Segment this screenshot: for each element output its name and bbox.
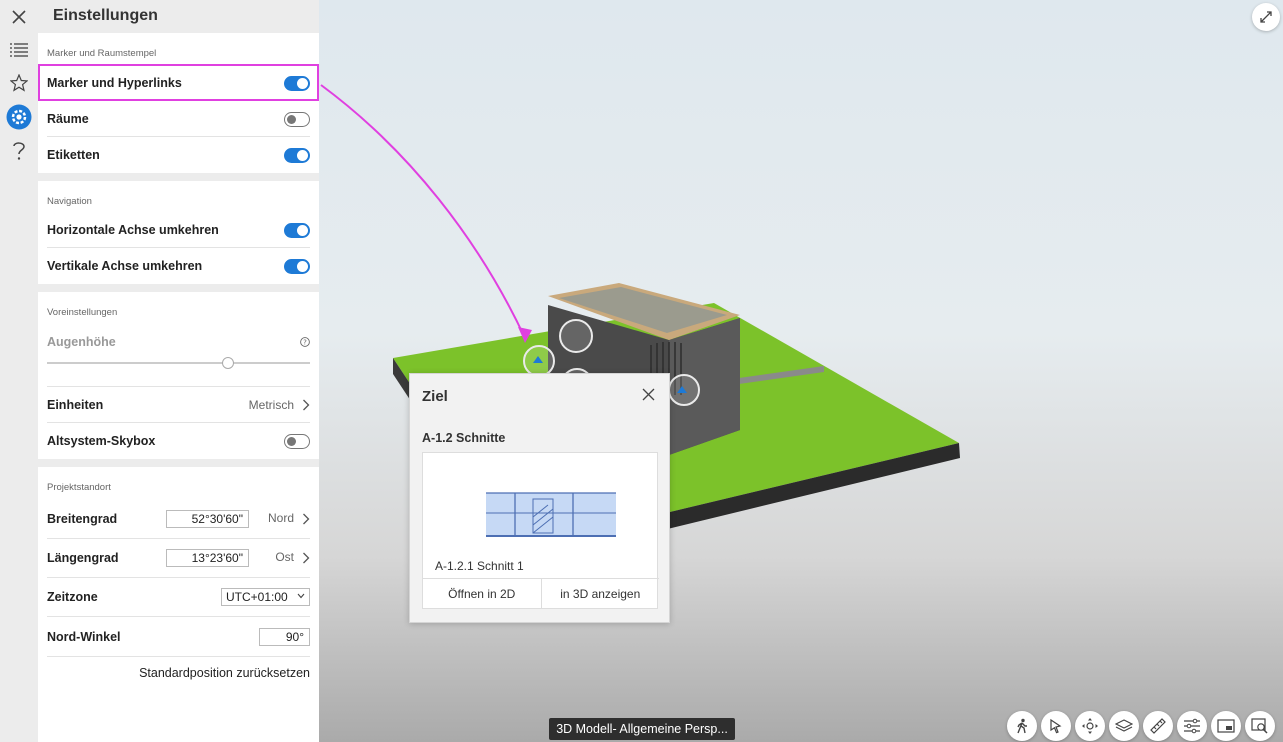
row-label: Altsystem-Skybox: [47, 434, 156, 448]
target-popup: Ziel A-1.2 Schnitte A-1.2.1 Schnitt 1 Öf…: [409, 373, 670, 623]
building-model[interactable]: [319, 0, 1283, 742]
chevron-right-icon[interactable]: [302, 513, 310, 525]
row-rooms: Räume: [47, 101, 310, 137]
toggle-skybox[interactable]: [284, 434, 310, 449]
section-label-navigation: Navigation: [47, 196, 92, 207]
help-icon[interactable]: [4, 136, 34, 166]
icon-rail: [0, 0, 38, 742]
3d-viewport[interactable]: [319, 0, 1283, 742]
zoom-search-icon[interactable]: [1245, 711, 1275, 741]
row-longitude: Längengrad 13°23'60" Ost: [47, 539, 310, 578]
row-horizontal-axis: Horizontale Achse umkehren: [47, 212, 310, 248]
settings-sliders-icon[interactable]: [1177, 711, 1207, 741]
toggle-rooms[interactable]: [284, 112, 310, 127]
select-icon[interactable]: [1041, 711, 1071, 741]
popup-actions: Öffnen in 2D in 3D anzeigen: [423, 578, 659, 609]
star-icon[interactable]: [4, 68, 34, 98]
info-icon[interactable]: ?: [300, 337, 310, 347]
section-card[interactable]: A-1.2.1 Schnitt 1 Öffnen in 2D in 3D anz…: [422, 452, 659, 609]
close-icon[interactable]: [4, 2, 34, 32]
settings-panel: Einstellungen Marker und Raumstempel Mar…: [38, 0, 319, 742]
presets-card: Voreinstellungen Augenhöhe ? Einheiten M…: [38, 292, 319, 459]
row-vertical-axis: Vertikale Achse umkehren: [47, 248, 310, 284]
row-label: Breitengrad: [47, 511, 118, 526]
row-label: Augenhöhe: [47, 335, 116, 349]
open-2d-button[interactable]: Öffnen in 2D: [423, 579, 541, 609]
row-labels: Etiketten: [47, 137, 310, 173]
chevron-down-icon: [297, 593, 305, 599]
row-skybox: Altsystem-Skybox: [47, 423, 310, 459]
longitude-input[interactable]: 13°23'60": [166, 549, 249, 567]
row-label: Zeitzone: [47, 590, 98, 604]
eye-height-slider-track[interactable]: [47, 362, 310, 364]
north-angle-input[interactable]: 90°: [259, 628, 310, 646]
gear-icon[interactable]: [4, 102, 34, 132]
latitude-direction: Nord: [267, 511, 294, 525]
list-icon[interactable]: [4, 35, 34, 65]
chevron-right-icon: [303, 399, 310, 411]
chevron-right-icon[interactable]: [302, 552, 310, 564]
orbit-icon[interactable]: [1075, 711, 1105, 741]
timezone-select[interactable]: UTC+01:00: [221, 588, 310, 606]
highlight-box: [38, 64, 319, 101]
row-label: Längengrad: [47, 551, 119, 565]
row-label: Einheiten: [47, 397, 104, 412]
row-label: Räume: [47, 111, 89, 126]
reset-position-button[interactable]: Standardposition zurücksetzen: [139, 666, 310, 680]
row-label: Vertikale Achse umkehren: [47, 259, 203, 273]
units-value: Metrisch: [248, 397, 294, 412]
section-label-location: Projektstandort: [47, 482, 111, 493]
timezone-value: UTC+01:00: [226, 590, 288, 604]
toggle-horizontal-axis[interactable]: [284, 223, 310, 238]
view-name-label[interactable]: 3D Modell- Allgemeine Persp...: [549, 718, 735, 740]
row-units[interactable]: Einheiten Metrisch: [47, 387, 310, 423]
show-3d-button[interactable]: in 3D anzeigen: [540, 579, 660, 609]
toggle-labels[interactable]: [284, 148, 310, 163]
markers-card: Marker und Raumstempel Marker und Hyperl…: [38, 33, 319, 173]
section-label-presets: Voreinstellungen: [47, 307, 118, 318]
latitude-input[interactable]: 52°30'60": [166, 510, 249, 528]
measure-icon[interactable]: [1143, 711, 1173, 741]
row-eye-height: Augenhöhe ?: [47, 323, 310, 387]
toggle-vertical-axis[interactable]: [284, 259, 310, 274]
walk-icon[interactable]: [1007, 711, 1037, 741]
panel-title: Einstellungen: [53, 7, 158, 24]
row-latitude: Breitengrad 52°30'60" Nord: [47, 499, 310, 539]
svg-text:?: ?: [303, 339, 307, 347]
longitude-direction: Ost: [275, 550, 294, 564]
close-icon[interactable]: [642, 388, 655, 401]
section-caption: A-1.2.1 Schnitt 1: [435, 559, 524, 573]
row-north-angle: Nord-Winkel 90°: [47, 617, 310, 657]
row-label: Horizontale Achse umkehren: [47, 222, 219, 237]
popup-title: Ziel: [422, 388, 448, 405]
row-label: Nord-Winkel: [47, 629, 121, 644]
minimap-icon[interactable]: [1211, 711, 1241, 741]
section-label-markers: Marker und Raumstempel: [47, 48, 157, 59]
section-thumbnail[interactable]: [433, 453, 649, 553]
navigation-card: Navigation Horizontale Achse umkehren Ve…: [38, 181, 319, 284]
bottom-toolbar: [1007, 711, 1275, 741]
popup-subtitle: A-1.2 Schnitte: [422, 431, 506, 445]
fullscreen-icon[interactable]: [1252, 3, 1280, 31]
row-label: Etiketten: [47, 148, 100, 162]
layers-icon[interactable]: [1109, 711, 1139, 741]
